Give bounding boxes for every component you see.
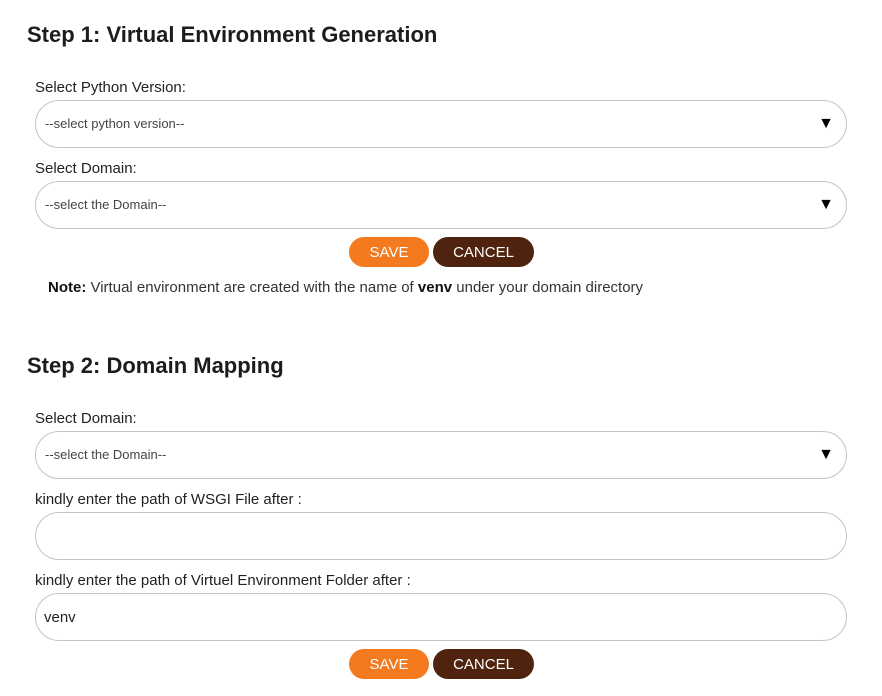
step1-heading: Step 1: Virtual Environment Generation (27, 22, 438, 47)
step2-save-button[interactable]: SAVE (349, 649, 429, 679)
wsgi-path-input[interactable] (35, 512, 847, 560)
step1-domain-select[interactable]: --select the Domain-- ▼ (35, 181, 847, 229)
note-text-before: Virtual environment are created with the… (86, 279, 418, 296)
step2-cancel-button[interactable]: CANCEL (433, 649, 534, 679)
venv-path-label: kindly enter the path of Virtuel Environ… (35, 572, 411, 589)
python-version-select[interactable]: --select python version-- ▼ (35, 100, 847, 148)
dropdown-arrow-icon: ▼ (818, 196, 834, 213)
venv-path-input[interactable] (35, 593, 847, 641)
step2-domain-value: --select the Domain-- (45, 447, 167, 462)
wsgi-path-label: kindly enter the path of WSGI File after… (35, 491, 302, 508)
step1-cancel-button[interactable]: CANCEL (433, 237, 534, 267)
step1-domain-value: --select the Domain-- (45, 197, 167, 212)
step2-domain-select[interactable]: --select the Domain-- ▼ (35, 431, 847, 479)
note-text: Note: Virtual environment are created wi… (48, 279, 643, 296)
step1-save-button[interactable]: SAVE (349, 237, 429, 267)
step2-heading: Step 2: Domain Mapping (27, 353, 284, 378)
python-version-label: Select Python Version: (35, 79, 186, 96)
dropdown-arrow-icon: ▼ (818, 446, 834, 463)
note-text-after: under your domain directory (452, 279, 644, 296)
note-bold-word: venv (417, 279, 453, 296)
step1-domain-label: Select Domain: (35, 160, 137, 177)
step2-domain-label: Select Domain: (35, 410, 137, 427)
dropdown-arrow-icon: ▼ (818, 115, 834, 132)
python-version-value: --select python version-- (45, 116, 185, 131)
note-prefix: Note: (48, 279, 87, 296)
